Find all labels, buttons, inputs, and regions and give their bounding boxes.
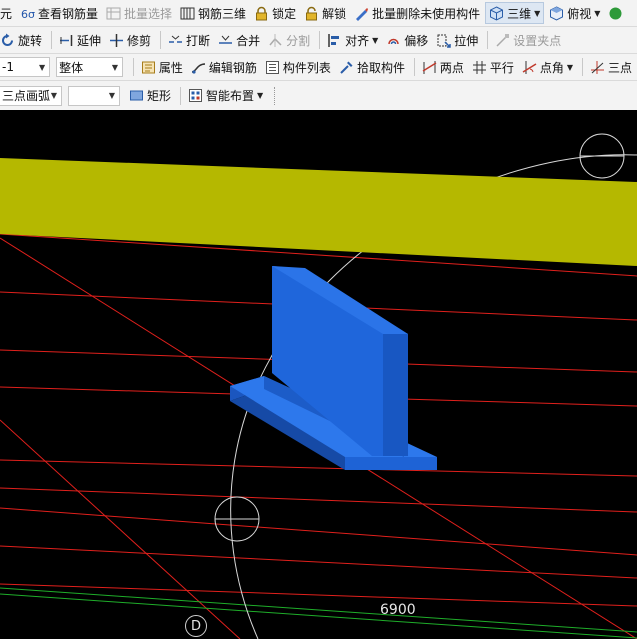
toolbar-separator xyxy=(180,86,182,105)
parallel-button[interactable]: 平行 xyxy=(469,56,517,78)
toolbar1-item-0[interactable]: 元 xyxy=(0,2,15,24)
rebar-3d-icon xyxy=(180,6,195,21)
align-dropdown[interactable]: 对齐 ▼ xyxy=(324,29,381,51)
edit-rebar-button[interactable]: 编辑钢筋 xyxy=(188,56,260,78)
chevron-down-icon: ▼ xyxy=(534,8,541,18)
arc-mode-select[interactable]: 三点画弧 ▼ xyxy=(0,85,62,106)
component-list-button[interactable]: 构件列表 xyxy=(262,56,334,78)
toolbar-row-2: 旋转 延伸 修剪 打断 合并 分割 对齐 ▼ 偏移 拉伸 设置夹点 xyxy=(0,27,637,54)
toolbar-separator xyxy=(160,31,162,49)
toolbar-separator xyxy=(132,58,134,76)
offset-icon xyxy=(386,33,401,48)
lock-button[interactable]: 锁定 xyxy=(251,2,299,24)
chevron-down-icon: ▼ xyxy=(594,8,601,18)
unlock-icon xyxy=(304,6,319,21)
extend-button[interactable]: 延伸 xyxy=(56,29,104,51)
chevron-down-icon: ▼ xyxy=(372,35,379,45)
toolbar-separator xyxy=(51,31,53,49)
arc-option-select[interactable]: ▼ xyxy=(68,85,120,106)
toolbar-separator xyxy=(413,58,415,76)
toolbar-row-4: 三点画弧 ▼ ▼ 矩形 智能布置 ▼ xyxy=(0,81,637,110)
view-direction-dropdown[interactable]: 俯视 ▼ xyxy=(546,2,603,24)
offset-button[interactable]: 偏移 xyxy=(383,29,431,51)
axis-marker-d[interactable]: D xyxy=(185,615,207,637)
chevron-down-icon: ▼ xyxy=(39,62,46,72)
chevron-down-icon: ▼ xyxy=(108,91,115,100)
component-id-select[interactable]: -1 ▼ xyxy=(0,57,51,77)
view-mode-dropdown[interactable]: 三维 ▼ xyxy=(485,2,545,24)
toolbar-row-3: -1 ▼ 整体 ▼ 属性 编辑钢筋 构件列表 拾取构件 两点 平行 点角 ▼ 三… xyxy=(0,54,637,81)
properties-icon xyxy=(141,60,156,75)
trim-button[interactable]: 修剪 xyxy=(106,29,154,51)
smart-layout-dropdown[interactable]: 智能布置 ▼ xyxy=(185,85,266,107)
toolbar-separator xyxy=(582,58,583,76)
chevron-down-icon: ▼ xyxy=(257,91,264,100)
top-view-icon xyxy=(549,5,564,21)
merge-button[interactable]: 合并 xyxy=(215,29,263,51)
chevron-down-icon: ▼ xyxy=(50,91,57,100)
chevron-down-icon: ▼ xyxy=(566,62,574,72)
batch-delete-icon xyxy=(354,6,369,21)
pick-component-button[interactable]: 拾取构件 xyxy=(336,56,408,78)
edit-rebar-icon xyxy=(191,60,206,75)
component-list-icon xyxy=(265,60,280,75)
green-tool-icon xyxy=(608,6,623,21)
3d-viewport[interactable]: 6900 D xyxy=(0,110,637,639)
merge-icon xyxy=(218,33,233,48)
point-angle-icon xyxy=(522,60,537,75)
rebar-3d-button[interactable]: 钢筋三维 xyxy=(177,2,249,24)
rotate-icon xyxy=(0,33,15,48)
dimension-label: 6900 xyxy=(380,602,416,618)
three-point-icon xyxy=(590,60,605,75)
cube-icon xyxy=(489,5,504,21)
trim-icon xyxy=(109,33,124,48)
view-rebar-quantity-button[interactable]: 6σ 查看钢筋量 xyxy=(17,2,101,24)
split-icon xyxy=(268,33,283,48)
set-grip-point-button[interactable]: 设置夹点 xyxy=(492,29,564,51)
two-point-button[interactable]: 两点 xyxy=(419,56,467,78)
wall-component[interactable] xyxy=(230,266,437,470)
rectangle-icon xyxy=(129,88,144,103)
batch-delete-unused-button[interactable]: 批量删除未使用构件 xyxy=(351,2,483,24)
point-angle-dropdown[interactable]: 点角 ▼ xyxy=(519,56,576,78)
extend-icon xyxy=(59,33,74,48)
lock-icon xyxy=(254,6,269,21)
viewport-canvas xyxy=(0,133,637,639)
smart-layout-icon xyxy=(188,88,203,103)
toolbar-separator xyxy=(487,31,489,49)
parallel-icon xyxy=(472,60,487,75)
break-icon xyxy=(168,33,183,48)
svg-text:6σ: 6σ xyxy=(21,8,35,21)
toolbar-separator xyxy=(319,31,321,49)
chevron-down-icon: ▼ xyxy=(111,62,118,72)
overflow-tool-button[interactable] xyxy=(605,2,629,24)
stretch-icon xyxy=(436,33,452,48)
pick-component-icon xyxy=(339,60,354,75)
toolbar-area: 元 6σ 查看钢筋量 批量选择 钢筋三维 锁定 解锁 批量删除未使用构件 三维 … xyxy=(0,0,637,110)
split-button[interactable]: 分割 xyxy=(265,29,313,51)
rotate-button[interactable]: 旋转 xyxy=(0,29,45,51)
grip-point-icon xyxy=(495,33,510,48)
batch-select-button[interactable]: 批量选择 xyxy=(103,2,175,24)
toolbar-grip[interactable] xyxy=(274,86,277,105)
three-point-button[interactable]: 三点 xyxy=(587,56,635,78)
properties-button[interactable]: 属性 xyxy=(138,56,186,78)
break-button[interactable]: 打断 xyxy=(165,29,213,51)
rectangle-button[interactable]: 矩形 xyxy=(126,85,174,107)
align-icon xyxy=(327,33,342,48)
batch-select-icon xyxy=(106,6,121,21)
scope-select[interactable]: 整体 ▼ xyxy=(56,57,123,77)
rebar-quantity-icon: 6σ xyxy=(20,6,35,21)
beam[interactable] xyxy=(0,158,637,266)
toolbar-row-1: 元 6σ 查看钢筋量 批量选择 钢筋三维 锁定 解锁 批量删除未使用构件 三维 … xyxy=(0,0,637,27)
stretch-button[interactable]: 拉伸 xyxy=(433,29,481,51)
two-point-icon xyxy=(422,60,437,75)
unlock-button[interactable]: 解锁 xyxy=(301,2,349,24)
